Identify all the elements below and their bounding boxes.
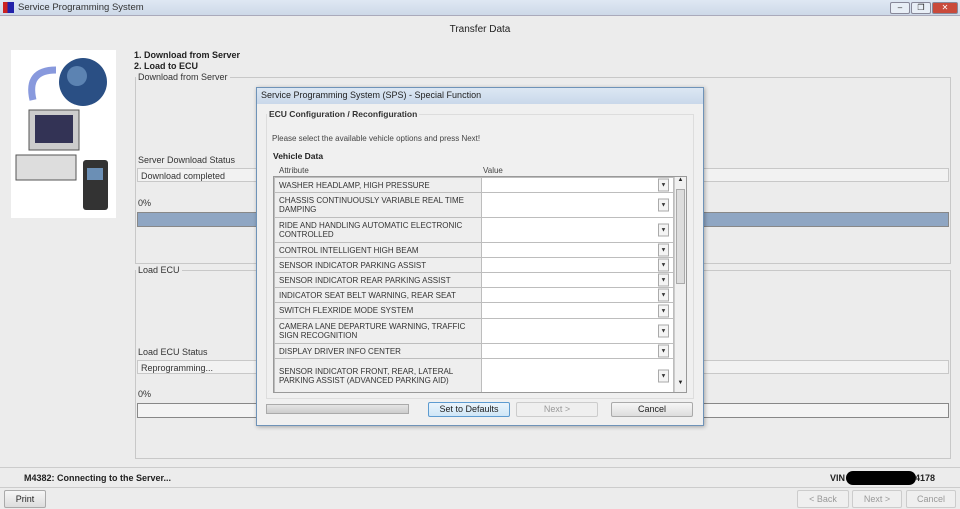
vehicle-data-heading: Vehicle Data: [273, 151, 324, 161]
back-button[interactable]: < Back: [797, 490, 849, 508]
chevron-down-icon[interactable]: ▼: [658, 304, 669, 317]
attribute-column-header: Attribute: [279, 166, 309, 175]
value-dropdown[interactable]: ▼: [481, 242, 674, 258]
step-download: 1. Download from Server: [134, 50, 241, 60]
attribute-cell: SENSOR INDICATOR PARKING ASSIST: [274, 257, 482, 273]
illustration-computer-globe: [11, 50, 116, 218]
title-bar: Service Programming System – ❐ ✕: [0, 0, 960, 16]
value-dropdown[interactable]: ▼: [481, 272, 674, 288]
table-row: INDICATOR SEAT BELT WARNING, REAR SEAT ▼: [274, 287, 674, 303]
instruction-text: Please select the available vehicle opti…: [272, 134, 481, 143]
table-row: SENSOR INDICATOR PARKING ASSIST ▼: [274, 257, 674, 273]
scroll-thumb[interactable]: [676, 189, 685, 284]
chevron-down-icon[interactable]: ▼: [658, 198, 669, 212]
status-bar: M4382: Connecting to the Server... VIN 4…: [0, 467, 960, 488]
download-status-label: Server Download Status: [138, 155, 236, 165]
value-dropdown[interactable]: ▼: [481, 192, 674, 218]
table-row: WASHER HEADLAMP, HIGH PRESSURE ▼: [274, 177, 674, 193]
steps-list: 1. Download from Server 2. Load to ECU: [134, 50, 240, 72]
value-dropdown[interactable]: ▼: [481, 318, 674, 344]
chevron-down-icon[interactable]: ▼: [658, 369, 669, 383]
app-icon: [3, 2, 14, 13]
chevron-down-icon[interactable]: ▼: [658, 324, 669, 338]
value-dropdown[interactable]: ▼: [481, 302, 674, 319]
download-percent: 0%: [138, 198, 152, 208]
value-dropdown[interactable]: ▼: [481, 343, 674, 359]
load-ecu-percent: 0%: [138, 389, 152, 399]
computer-globe-icon: [15, 58, 108, 210]
scroll-up-icon[interactable]: ▲: [675, 177, 686, 189]
close-button[interactable]: ✕: [932, 2, 958, 14]
table-row: CONTROL INTELLIGENT HIGH BEAM ▼: [274, 242, 674, 258]
chevron-down-icon[interactable]: ▼: [658, 258, 669, 272]
table-row: SENSOR INDICATOR FRONT, REAR, LATERAL PA…: [274, 358, 674, 392]
ecu-config-legend: ECU Configuration / Reconfiguration: [269, 109, 418, 119]
special-function-dialog: Service Programming System (SPS) - Speci…: [256, 87, 704, 426]
value-dropdown[interactable]: ▼: [481, 358, 674, 392]
table-row: DISPLAY DRIVER INFO CENTER ▼: [274, 343, 674, 359]
table-row: SWITCH FLEXRIDE MODE SYSTEM ▼: [274, 302, 674, 319]
vin-label: VIN: [830, 473, 846, 483]
dialog-title: Service Programming System (SPS) - Speci…: [257, 88, 703, 104]
chevron-down-icon[interactable]: ▼: [658, 344, 669, 358]
page-heading: Transfer Data: [449, 24, 511, 35]
attribute-cell: RIDE AND HANDLING AUTOMATIC ELECTRONIC C…: [274, 217, 482, 243]
table-row: CHASSIS CONTINUOUSLY VARIABLE REAL TIME …: [274, 192, 674, 218]
print-button[interactable]: Print: [4, 490, 46, 508]
value-column-header: Value: [483, 166, 503, 175]
vin-suffix: 4178: [915, 473, 936, 483]
vehicle-data-table: WASHER HEADLAMP, HIGH PRESSURE ▼ CHASSIS C…: [273, 176, 687, 393]
next-button[interactable]: Next >: [852, 490, 902, 508]
dialog-cancel-button[interactable]: Cancel: [611, 402, 693, 417]
dialog-progress-bar: [266, 404, 409, 414]
cancel-button[interactable]: Cancel: [906, 490, 956, 508]
vehicle-data-grid: WASHER HEADLAMP, HIGH PRESSURE ▼ CHASSIS C…: [274, 177, 674, 392]
maximize-button[interactable]: ❐: [911, 2, 931, 14]
set-to-defaults-button[interactable]: Set to Defaults: [428, 402, 510, 417]
load-ecu-status-label: Load ECU Status: [138, 347, 208, 357]
attribute-cell: INDICATOR SEAT BELT WARNING, REAR SEAT: [274, 287, 482, 303]
download-legend: Download from Server: [138, 72, 228, 82]
chevron-down-icon[interactable]: ▼: [658, 243, 669, 257]
chevron-down-icon[interactable]: ▼: [658, 178, 669, 192]
chevron-down-icon[interactable]: ▼: [658, 273, 669, 287]
vin-redaction: [846, 471, 916, 485]
attribute-cell: CONTROL INTELLIGENT HIGH BEAM: [274, 242, 482, 258]
minimize-button[interactable]: –: [890, 2, 910, 14]
window-title: Service Programming System: [18, 2, 144, 13]
table-scrollbar[interactable]: ▲ ▼: [674, 177, 686, 392]
value-dropdown[interactable]: ▼: [481, 287, 674, 303]
dialog-next-button[interactable]: Next >: [516, 402, 598, 417]
chevron-down-icon[interactable]: ▼: [658, 223, 669, 237]
attribute-cell: CHASSIS CONTINUOUSLY VARIABLE REAL TIME …: [274, 192, 482, 218]
value-dropdown[interactable]: ▼: [481, 177, 674, 193]
attribute-cell: SENSOR INDICATOR REAR PARKING ASSIST: [274, 272, 482, 288]
chevron-down-icon[interactable]: ▼: [658, 288, 669, 302]
attribute-cell: WASHER HEADLAMP, HIGH PRESSURE: [274, 177, 482, 193]
scroll-down-icon[interactable]: ▼: [675, 380, 686, 392]
table-row: SENSOR INDICATOR REAR PARKING ASSIST ▼: [274, 272, 674, 288]
table-row: RIDE AND HANDLING AUTOMATIC ELECTRONIC C…: [274, 217, 674, 243]
value-dropdown[interactable]: ▼: [481, 217, 674, 243]
table-row: CAMERA LANE DEPARTURE WARNING, TRAFFIC S…: [274, 318, 674, 344]
value-dropdown[interactable]: ▼: [481, 257, 674, 273]
attribute-cell: SWITCH FLEXRIDE MODE SYSTEM: [274, 302, 482, 319]
attribute-cell: SENSOR INDICATOR FRONT, REAR, LATERAL PA…: [274, 358, 482, 392]
ecu-config-group: ECU Configuration / Reconfiguration Plea…: [266, 109, 694, 399]
status-message: M4382: Connecting to the Server...: [24, 473, 172, 483]
attribute-cell: DISPLAY DRIVER INFO CENTER: [274, 343, 482, 359]
load-ecu-legend: Load ECU: [138, 265, 180, 275]
attribute-cell: CAMERA LANE DEPARTURE WARNING, TRAFFIC S…: [274, 318, 482, 344]
step-load: 2. Load to ECU: [134, 61, 199, 71]
